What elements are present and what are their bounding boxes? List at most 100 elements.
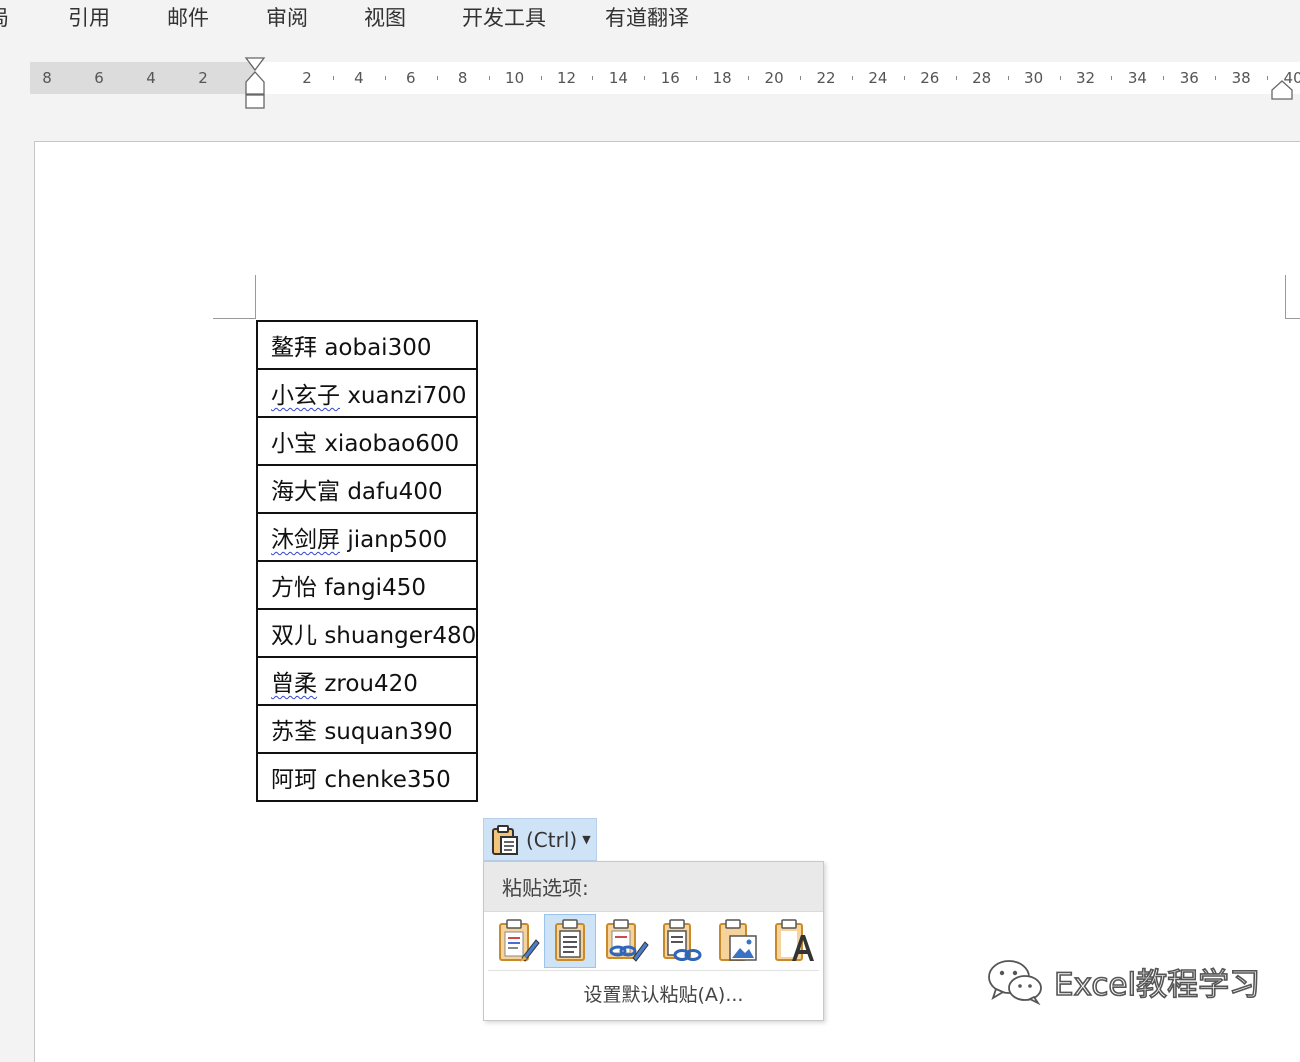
chinese-name: 鳌拜	[271, 335, 317, 361]
right-indent-marker[interactable]	[1270, 78, 1294, 100]
pinyin-id: zrou420	[324, 671, 418, 697]
paste-keep-source-formatting-button[interactable]	[492, 914, 544, 968]
ruler-tick	[851, 76, 853, 80]
pinyin-id: chenke350	[324, 767, 451, 793]
paste-options-button[interactable]: (Ctrl) ▼	[483, 818, 597, 861]
set-default-paste-item[interactable]: 设置默认粘贴(A)...	[504, 971, 823, 1019]
table-cell[interactable]: 曾柔 zrou420	[255, 656, 479, 706]
tab-developer[interactable]: 开发工具	[462, 2, 546, 32]
crop-mark-vertical-left	[255, 275, 256, 319]
paste-keep-text-only-button[interactable]	[768, 914, 820, 968]
ruler-label: 10	[505, 69, 525, 87]
pinyin-id: shuanger480	[324, 623, 477, 649]
table-row[interactable]: 阿珂 chenke350	[255, 752, 479, 802]
paste-link-keep-source-button[interactable]	[600, 914, 652, 968]
picture-icon	[719, 919, 757, 961]
table-cell[interactable]: 双儿 shuanger480	[255, 608, 479, 658]
clipboard-icon	[492, 824, 518, 855]
table-cell[interactable]: 鳌拜 aobai300	[255, 320, 479, 370]
ruler-label: 14	[608, 69, 628, 87]
paste-options-row	[484, 912, 823, 970]
paste-options-header: 粘贴选项:	[484, 862, 823, 912]
table-row[interactable]: 曾柔 zrou420	[255, 656, 479, 706]
link-merge-icon	[663, 919, 702, 961]
tab-youdao-translate[interactable]: 有道翻译	[605, 2, 689, 32]
keep-source-formatting-icon	[499, 919, 540, 962]
ruler-label: 22	[816, 69, 836, 87]
tab-review[interactable]: 审阅	[266, 2, 308, 32]
ruler-tick	[644, 76, 646, 80]
table-row[interactable]: 小宝 xiaobao600	[255, 416, 479, 466]
ruler-label: 12	[556, 69, 577, 87]
ruler-tick	[1215, 76, 1217, 80]
table-cell[interactable]: 小宝 xiaobao600	[255, 416, 479, 466]
ruler-tick	[1267, 76, 1269, 80]
pinyin-id: xiaobao600	[324, 431, 460, 457]
caret-down-icon: ▼	[582, 833, 591, 846]
paste-options-menu: 粘贴选项: 设置默认粘贴(A)...	[483, 861, 824, 1021]
table-cell[interactable]: 苏荃 suquan390	[255, 704, 479, 754]
ruler-tick	[800, 76, 802, 80]
ruler-tick	[696, 76, 698, 80]
table-cell[interactable]: 沐剑屏 jianp500	[255, 512, 479, 562]
pinyin-id: aobai300	[324, 335, 432, 361]
merge-formatting-icon	[555, 919, 585, 961]
table-cell[interactable]: 小玄子 xuanzi700	[255, 368, 479, 418]
paste-picture-button[interactable]	[712, 914, 764, 968]
pinyin-id: fangi450	[324, 575, 426, 601]
chinese-name: 苏荃	[271, 719, 317, 745]
horizontal-ruler[interactable]: 8 6 4 2 2 4 6 8 10 12 14 16 18 20 22 24 26 28 30 32 34 36 38 40	[30, 57, 1300, 109]
ribbon-tab-strip: 局 引用 邮件 审阅 视图 开发工具 有道翻译	[0, 0, 1300, 48]
table-cell[interactable]: 阿珂 chenke350	[255, 752, 479, 802]
ruler-label: 6	[94, 69, 104, 87]
ruler-label: 36	[1179, 69, 1199, 87]
ruler-label: 38	[1231, 69, 1251, 87]
ruler-label: 20	[764, 69, 784, 87]
chinese-name: 沐剑屏	[271, 527, 340, 553]
ruler-label: 26	[920, 69, 940, 87]
ruler-label: 24	[868, 69, 888, 87]
first-line-indent-marker[interactable]	[244, 57, 266, 109]
table-row[interactable]: 苏荃 suquan390	[255, 704, 479, 754]
chinese-name: 小宝	[271, 431, 317, 457]
link-keep-source-icon	[606, 919, 649, 962]
ruler-label: 4	[146, 69, 156, 87]
tab-view[interactable]: 视图	[364, 2, 406, 32]
paste-merge-formatting-button[interactable]	[544, 914, 596, 968]
table-row[interactable]: 双儿 shuanger480	[255, 608, 479, 658]
ruler-label: 28	[972, 69, 992, 87]
crop-mark-horizontal-left	[213, 318, 256, 319]
tab-layout[interactable]: 局	[0, 2, 9, 32]
table-cell[interactable]: 海大富 dafu400	[255, 464, 479, 514]
crop-mark-horizontal-right	[1285, 318, 1300, 319]
wechat-icon	[988, 960, 1042, 1005]
ruler-label: 18	[712, 69, 732, 87]
table-row[interactable]: 小玄子 xuanzi700	[255, 368, 479, 418]
keep-text-only-icon	[775, 919, 814, 961]
watermark-text: Excel教程学习	[1053, 966, 1261, 1004]
ruler-label: 8	[42, 69, 52, 87]
chinese-name: 海大富	[271, 479, 340, 505]
ruler-tick	[748, 76, 750, 80]
chinese-name: 方怡	[271, 575, 317, 601]
table-cell[interactable]: 方怡 fangi450	[255, 560, 479, 610]
paste-link-merge-button[interactable]	[656, 914, 708, 968]
table-row[interactable]: 沐剑屏 jianp500	[255, 512, 479, 562]
tab-references[interactable]: 引用	[68, 2, 110, 32]
table-row[interactable]: 方怡 fangi450	[255, 560, 479, 610]
table-row[interactable]: 海大富 dafu400	[255, 464, 479, 514]
table-row[interactable]: 鳌拜 aobai300	[255, 320, 479, 370]
paste-options-label: (Ctrl)	[526, 827, 578, 852]
ruler-label: 4	[354, 69, 364, 87]
ruler-tick	[1007, 76, 1009, 80]
name-table[interactable]: 鳌拜 aobai300 小玄子 xuanzi700 小宝 xiaobao600 海大富…	[255, 320, 479, 802]
tab-mailings[interactable]: 邮件	[167, 2, 209, 32]
ruler-tick	[436, 76, 438, 80]
ruler-label: 32	[1075, 69, 1096, 87]
ruler-tick	[955, 76, 957, 80]
ruler-tick	[384, 76, 386, 80]
ruler-tick	[488, 76, 490, 80]
ruler-label: 34	[1127, 69, 1147, 87]
ruler-tick	[540, 76, 542, 80]
ruler-label: 16	[660, 69, 680, 87]
